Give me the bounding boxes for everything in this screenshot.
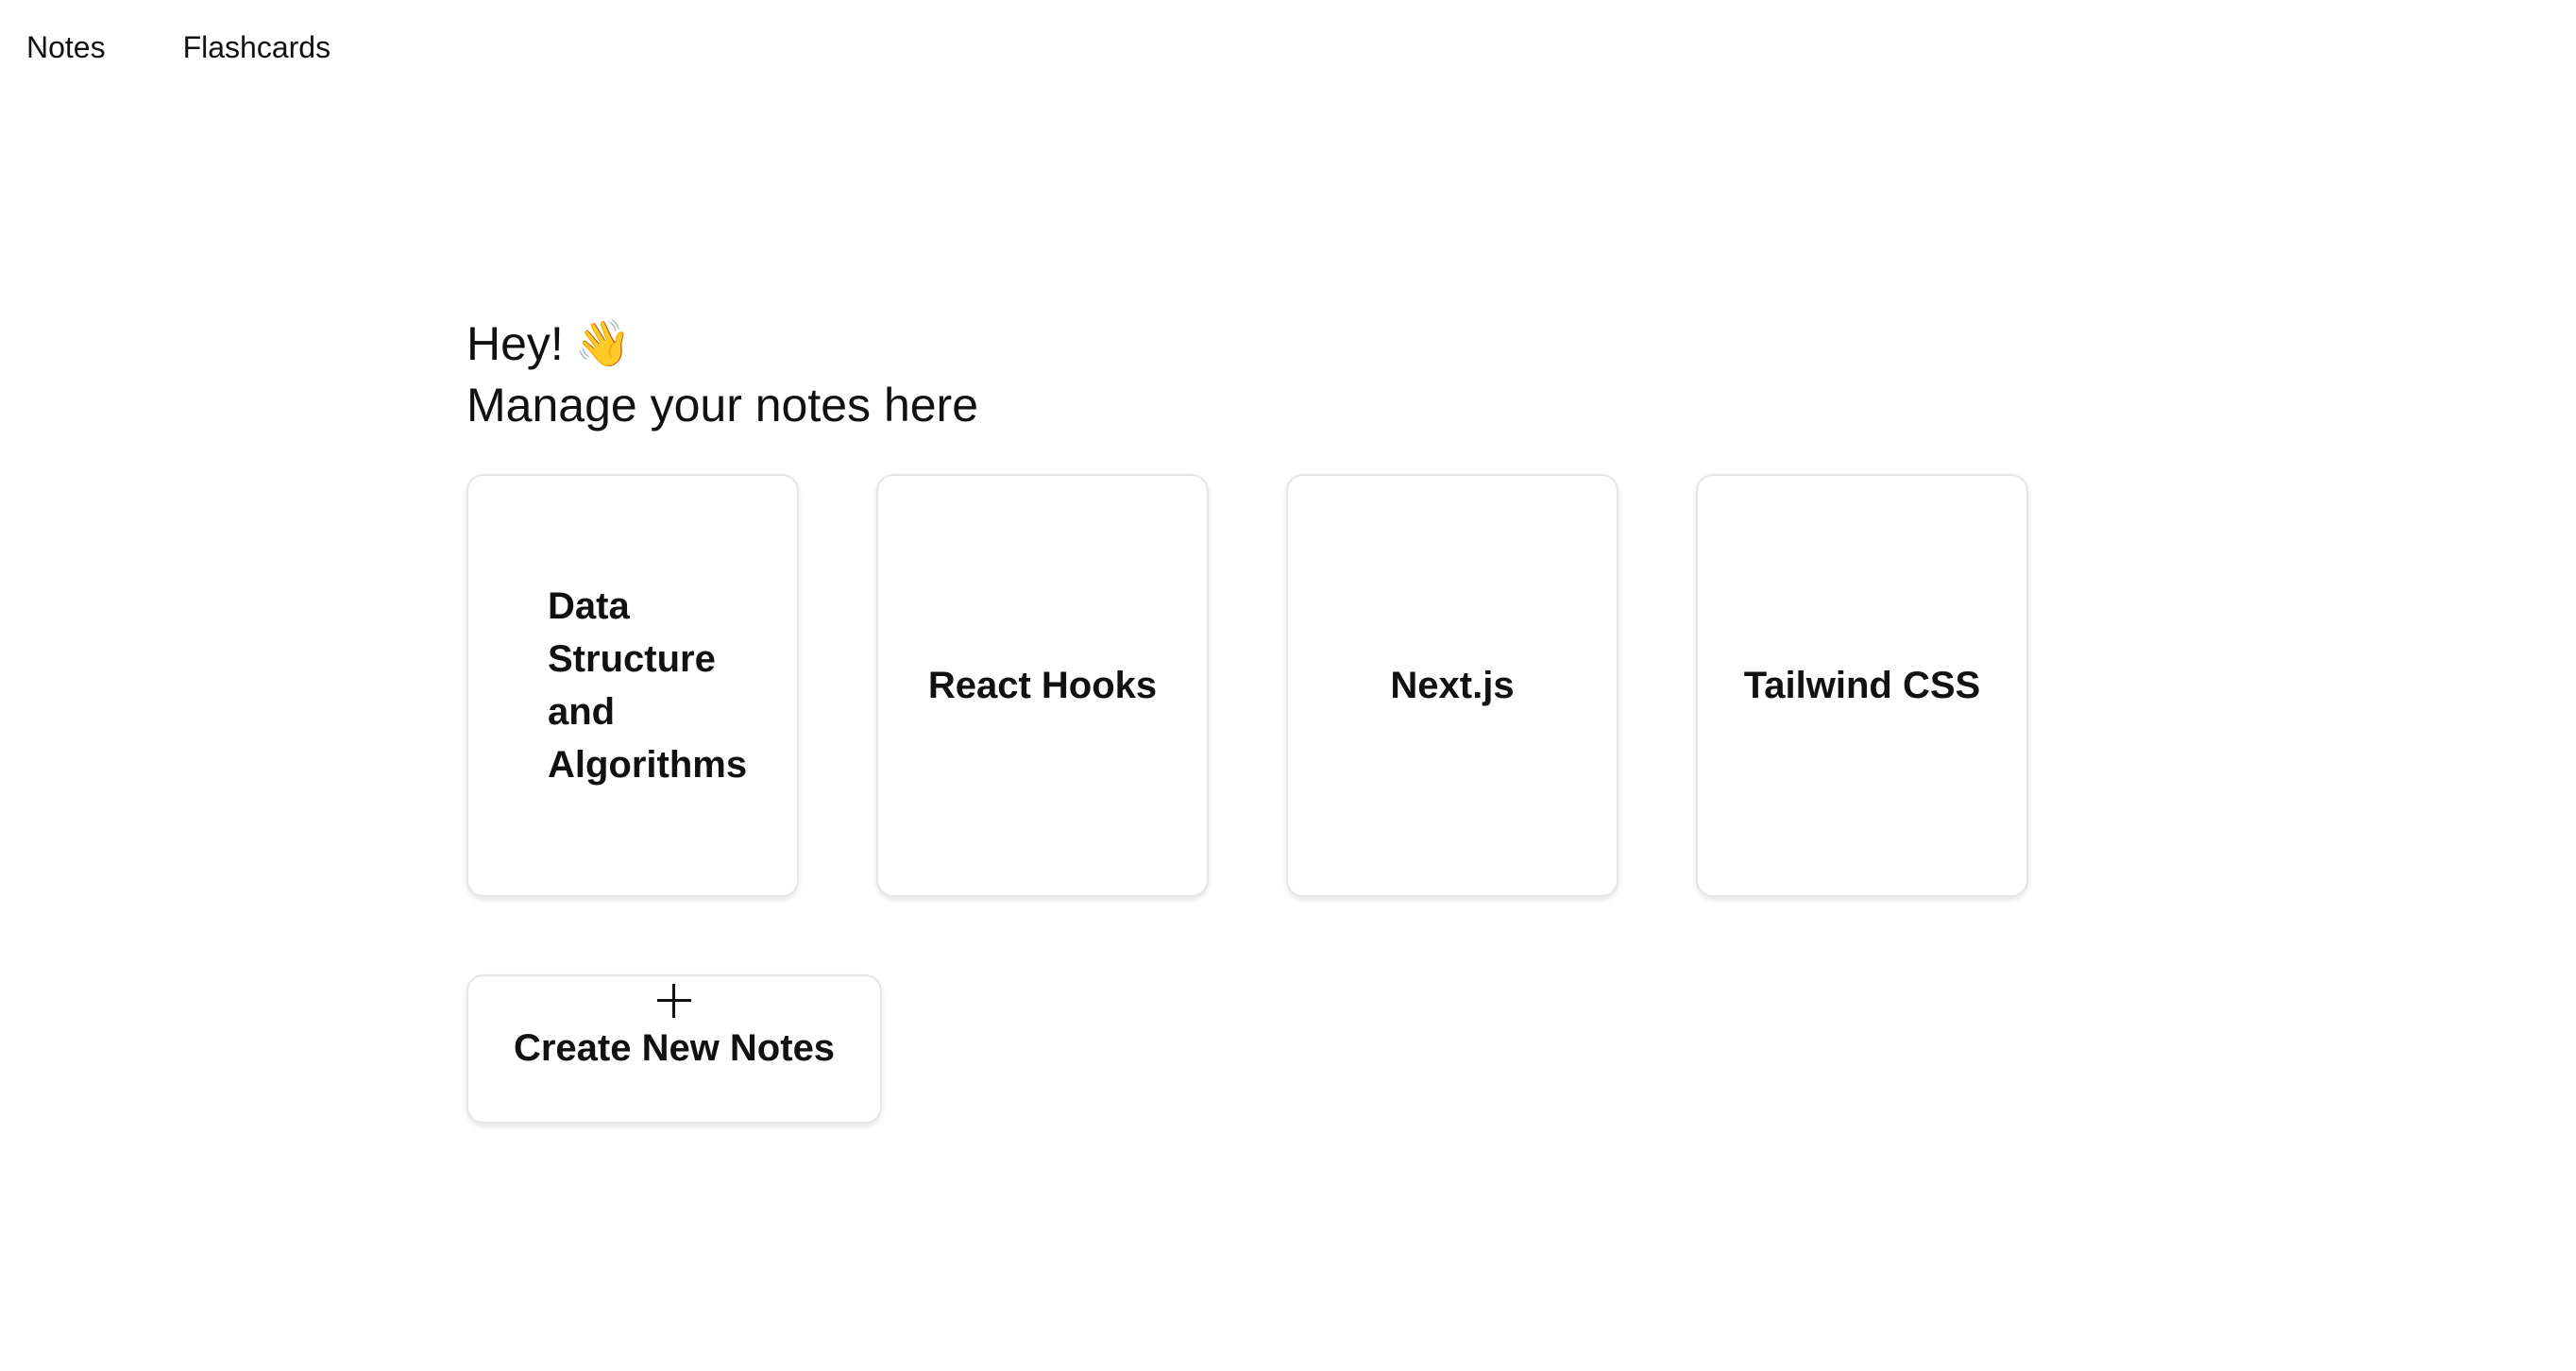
- note-card-tailwind[interactable]: Tailwind CSS: [1696, 474, 2028, 897]
- waving-hand-icon: 👋: [574, 318, 632, 369]
- greeting-heading: Hey! 👋: [466, 313, 2028, 375]
- create-new-notes-label: Create New Notes: [513, 1027, 836, 1069]
- notes-grid: Data Structure and Algorithms React Hook…: [466, 474, 2028, 897]
- create-new-notes-button[interactable]: Create New Notes: [466, 974, 882, 1124]
- note-card-title: Tailwind CSS: [1743, 665, 1981, 706]
- nav-item-flashcards[interactable]: Flashcards: [183, 30, 331, 65]
- top-nav: Notes Flashcards: [26, 30, 330, 65]
- note-card-nextjs[interactable]: Next.js: [1286, 474, 1618, 897]
- page-subtitle: Manage your notes here: [466, 379, 979, 432]
- main-content: Hey! 👋 Manage your notes here Data Struc…: [466, 313, 2028, 1124]
- note-card-title: Data Structure and Algorithms: [548, 585, 748, 786]
- note-card-title: React Hooks: [927, 665, 1158, 706]
- note-card-react-hooks[interactable]: React Hooks: [876, 474, 1209, 897]
- greeting-text: Hey!: [466, 317, 564, 370]
- note-card-data-structures[interactable]: Data Structure and Algorithms: [466, 474, 799, 897]
- nav-item-notes[interactable]: Notes: [26, 30, 106, 65]
- note-card-title: Next.js: [1390, 665, 1515, 706]
- plus-icon: [657, 984, 691, 1018]
